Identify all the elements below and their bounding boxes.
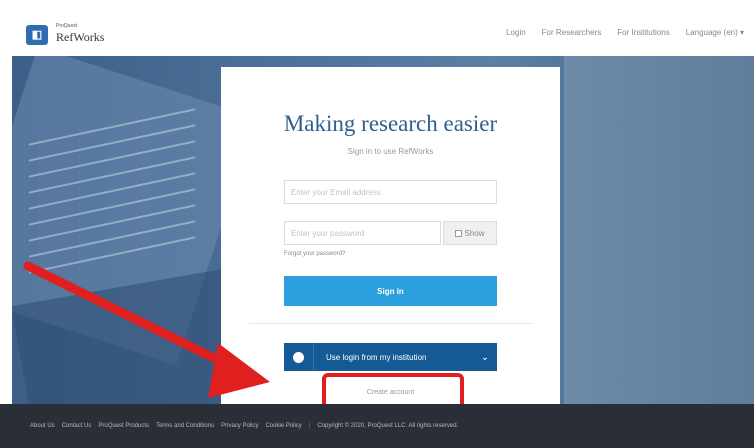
institution-login-button[interactable]: Use login from my institution ⌄	[284, 343, 497, 371]
nav-for-researchers[interactable]: For Researchers	[542, 28, 602, 37]
login-card: Making research easier Sign in to use Re…	[221, 67, 560, 410]
chevron-down-icon: ⌄	[480, 351, 490, 363]
institution-icon	[284, 343, 314, 371]
footer-link-cookie[interactable]: Cookie Policy	[265, 423, 301, 429]
nav-language-select[interactable]: Language (en) ▾	[686, 28, 744, 37]
site-header: ◧ ProQuest RefWorks Login For Researcher…	[0, 0, 754, 56]
nav-for-institutions[interactable]: For Institutions	[617, 28, 669, 37]
logo-subtitle: ProQuest	[56, 23, 78, 29]
refworks-logo[interactable]: ◧ ProQuest RefWorks	[26, 24, 104, 45]
institution-label: Use login from my institution	[326, 352, 427, 362]
checkbox-icon	[455, 229, 463, 237]
footer-link-privacy[interactable]: Privacy Policy	[221, 423, 258, 429]
password-field[interactable]: Enter your password	[284, 221, 441, 245]
footer-link-terms[interactable]: Terms and Conditions	[156, 423, 214, 429]
top-nav: Login For Researchers For Institutions L…	[506, 28, 744, 37]
logo-name: RefWorks	[56, 30, 105, 44]
footer-copyright: Copyright © 2020, ProQuest LLC. All righ…	[317, 423, 459, 429]
forgot-password-link[interactable]: Forgot your password?	[284, 251, 345, 257]
email-field[interactable]: Enter your Email address	[284, 180, 497, 204]
divider	[249, 323, 532, 324]
site-footer: About Us Contact Us ProQuest Products Te…	[0, 404, 754, 448]
show-password-toggle[interactable]: Show	[443, 221, 497, 245]
footer-link-contact[interactable]: Contact Us	[62, 423, 92, 429]
show-label: Show	[464, 228, 485, 238]
footer-link-about[interactable]: About Us	[30, 423, 55, 429]
nav-login[interactable]: Login	[506, 28, 526, 37]
page-title: Making research easier	[283, 111, 498, 136]
logo-icon: ◧	[26, 24, 48, 45]
footer-link-products[interactable]: ProQuest Products	[98, 423, 149, 429]
page-subtitle: Sign in to use RefWorks	[347, 147, 434, 156]
sign-in-button[interactable]: Sign in	[284, 276, 497, 306]
